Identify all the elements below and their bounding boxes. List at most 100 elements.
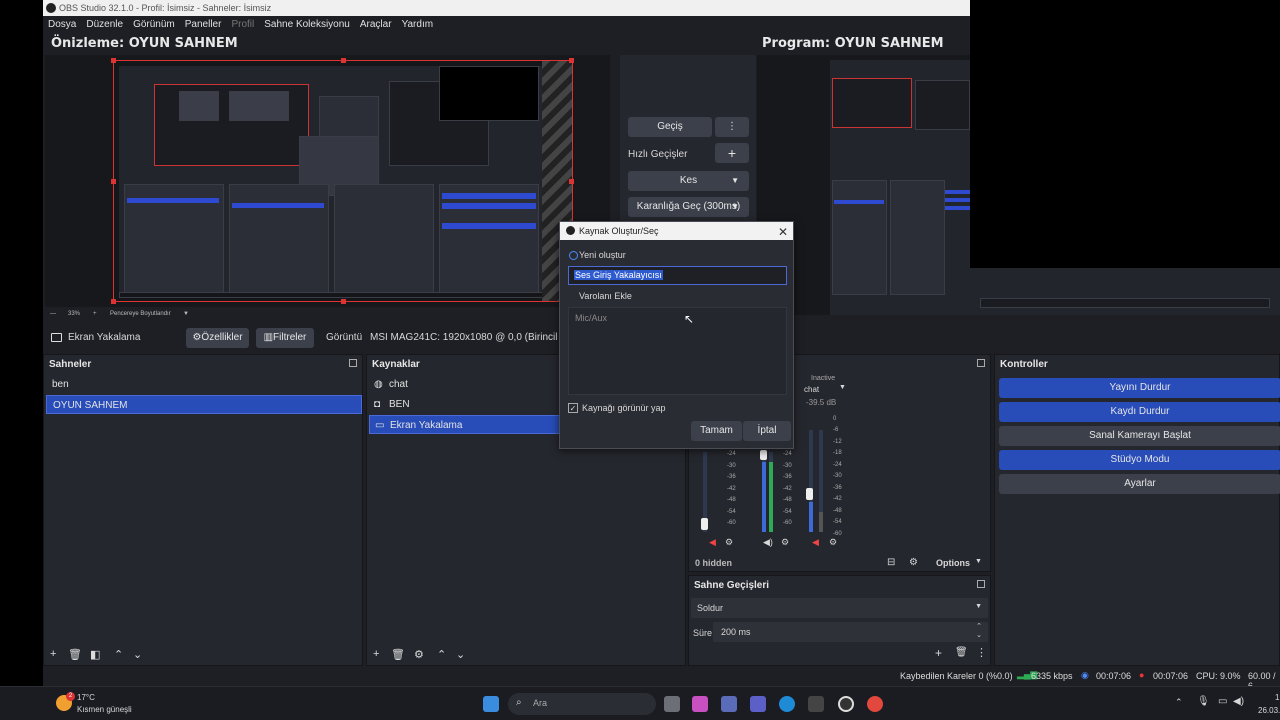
resize-handle[interactable]: [569, 179, 574, 184]
obs-taskbar-icon[interactable]: [838, 696, 854, 712]
resize-handle[interactable]: [111, 58, 116, 63]
trash-icon[interactable]: 🗑: [955, 647, 968, 658]
more-options-icon[interactable]: ⋮: [715, 117, 749, 137]
cancel-button[interactable]: İptal: [743, 421, 791, 441]
volume-slider-handle[interactable]: [806, 488, 813, 500]
duration-input[interactable]: 200 ms ⌃ ⌄: [713, 622, 988, 642]
show-hidden-icons[interactable]: ⌃: [1175, 697, 1183, 708]
studio-mode-button[interactable]: Stüdyo Modu: [999, 450, 1280, 470]
volume-slider-handle[interactable]: [701, 518, 708, 530]
properties-button[interactable]: ⚙Özellikler: [186, 328, 249, 348]
muted-speaker-icon[interactable]: ◀: [709, 537, 716, 548]
undock-icon[interactable]: [349, 359, 357, 367]
nested-black: [439, 66, 539, 121]
taskbar-search[interactable]: ⌕ Ara: [508, 693, 656, 715]
move-up-icon[interactable]: ⌃: [437, 648, 446, 661]
move-up-icon[interactable]: ⌃: [114, 648, 123, 661]
options-button[interactable]: Options: [936, 558, 970, 568]
steam-icon[interactable]: [808, 696, 824, 712]
transition-button[interactable]: Geçiş: [628, 117, 712, 137]
move-down-icon[interactable]: ⌄: [133, 648, 142, 661]
scene-item[interactable]: OYUN SAHNEM: [46, 395, 362, 414]
calculator-icon[interactable]: [721, 696, 737, 712]
move-down-icon[interactable]: ⌄: [456, 648, 465, 661]
db-tick: -42: [727, 486, 736, 492]
add-icon[interactable]: +: [50, 648, 56, 660]
more-options-icon[interactable]: ⋮: [976, 646, 987, 659]
undock-icon[interactable]: [977, 359, 985, 367]
preview-label: Önizleme: OYUN SAHNEM: [51, 36, 238, 51]
copilot-icon[interactable]: [692, 696, 708, 712]
microphone-icon[interactable]: 🎙: [1197, 696, 1210, 707]
gear-icon[interactable]: ⚙: [829, 537, 837, 548]
chevron-down-icon[interactable]: ▼: [975, 558, 982, 565]
chrome-icon[interactable]: [867, 696, 883, 712]
source-name-input[interactable]: Ses Giriş Yakalayıcısı: [568, 266, 787, 285]
stream-time: 00:07:06: [1096, 671, 1132, 681]
close-icon[interactable]: ✕: [778, 223, 788, 241]
menu-file[interactable]: Dosya: [48, 16, 76, 33]
fade-button[interactable]: Karanlığa Geç (300ms) ▼: [628, 197, 749, 217]
chevron-down-icon[interactable]: ▼: [839, 384, 846, 391]
gear-icon[interactable]: ⚙: [725, 537, 733, 548]
existing-sources-list[interactable]: Mic/Aux: [568, 307, 787, 395]
resize-handle[interactable]: [111, 179, 116, 184]
undock-icon[interactable]: [977, 580, 985, 588]
scene-filters-icon[interactable]: ◧: [90, 648, 100, 661]
nested-taskbar: [119, 292, 544, 298]
transition-select[interactable]: Soldur ▼: [691, 598, 988, 618]
add-icon[interactable]: +: [373, 648, 379, 660]
source-label: BEN: [389, 399, 410, 410]
stepper-down-icon[interactable]: ⌄: [976, 631, 982, 639]
volume-icon[interactable]: ◀): [1233, 696, 1244, 707]
volume-slider-handle[interactable]: [760, 450, 767, 460]
db-tick: -30: [783, 463, 792, 469]
settings-button[interactable]: Ayarlar: [999, 474, 1280, 494]
add-quick-transition-icon[interactable]: +: [715, 143, 749, 163]
resize-handle[interactable]: [341, 299, 346, 304]
gear-icon[interactable]: ⚙: [781, 537, 789, 548]
task-view-icon[interactable]: [664, 696, 680, 712]
create-new-radio[interactable]: [569, 251, 578, 260]
stop-recording-button[interactable]: Kaydı Durdur: [999, 402, 1280, 422]
preview-canvas[interactable]: [113, 60, 573, 302]
muted-speaker-icon[interactable]: ◀: [812, 537, 819, 548]
mixer-channel-name: chat: [804, 385, 820, 394]
resize-handle[interactable]: [341, 58, 346, 63]
cut-button[interactable]: Kes ▼: [628, 171, 749, 191]
add-existing-label[interactable]: Varolanı Ekle: [579, 291, 632, 301]
menu-tools[interactable]: Araçlar: [360, 16, 392, 33]
stop-streaming-button[interactable]: Yayını Durdur: [999, 378, 1280, 398]
add-icon[interactable]: +: [935, 646, 942, 660]
advanced-audio-icon[interactable]: ⚙: [909, 557, 918, 568]
make-visible-checkbox[interactable]: ✓: [568, 403, 578, 413]
resize-handle[interactable]: [569, 58, 574, 63]
scene-item[interactable]: ben: [46, 375, 362, 394]
stepper-up-icon[interactable]: ⌃: [976, 622, 982, 630]
fit-dropdown-icon[interactable]: ▼: [183, 308, 189, 320]
network-icon[interactable]: ▭: [1218, 696, 1227, 707]
menu-help[interactable]: Yardım: [402, 16, 434, 33]
filters-button[interactable]: ▥Filtreler: [256, 328, 314, 348]
menu-view[interactable]: Görünüm: [133, 16, 175, 33]
teams-icon[interactable]: [750, 696, 766, 712]
speaker-icon[interactable]: ◀): [763, 537, 773, 548]
resize-handle[interactable]: [111, 299, 116, 304]
existing-source-item[interactable]: Mic/Aux: [575, 313, 607, 323]
edge-icon[interactable]: [779, 696, 795, 712]
fit-window-button[interactable]: Pencereye Boyutlandır: [110, 308, 171, 320]
layout-toggle-icon[interactable]: ⊟: [887, 557, 895, 568]
display-select[interactable]: MSI MAG241C: 1920x1080 @ 0,0 (Birincil E…: [370, 332, 590, 343]
menu-docks[interactable]: Paneller: [185, 16, 222, 33]
zoom-out-icon[interactable]: —: [50, 308, 56, 320]
zoom-in-icon[interactable]: +: [93, 308, 97, 320]
menu-profile[interactable]: Profil: [231, 16, 254, 33]
menu-edit[interactable]: Düzenle: [86, 16, 123, 33]
gear-icon[interactable]: ⚙: [414, 648, 424, 661]
trash-icon[interactable]: 🗑: [391, 648, 405, 661]
start-virtual-camera-button[interactable]: Sanal Kamerayı Başlat: [999, 426, 1280, 446]
windows-start-icon[interactable]: [483, 696, 499, 712]
ok-button[interactable]: Tamam: [691, 421, 742, 441]
menu-scene-collection[interactable]: Sahne Koleksiyonu: [264, 16, 350, 33]
trash-icon[interactable]: 🗑: [68, 648, 82, 661]
